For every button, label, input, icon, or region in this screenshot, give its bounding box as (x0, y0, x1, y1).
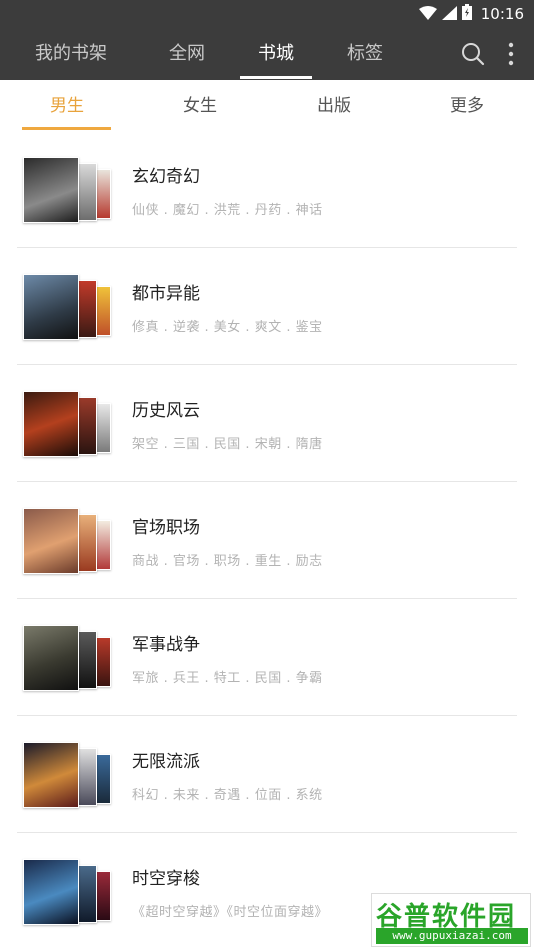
book-cover (23, 157, 79, 223)
category-tags: 修真 . 逆袭 . 美女 . 爽文 . 鉴宝 (132, 320, 323, 335)
subtab-female[interactable]: 女生 (145, 80, 255, 132)
cover-stack (23, 625, 113, 691)
tab-web[interactable]: 全网 (156, 28, 218, 80)
book-cover (23, 859, 79, 925)
category-title: 玄幻奇幻 (132, 167, 200, 187)
list-item[interactable]: 历史风云 架空 . 三国 . 民国 . 宋朝 . 隋唐 (0, 365, 534, 482)
subtab-published[interactable]: 出版 (279, 80, 389, 132)
subtab-more[interactable]: 更多 (412, 80, 522, 132)
book-cover (23, 391, 79, 457)
active-tab-indicator (240, 76, 312, 79)
category-tags: 《超时空穿越》《时空位面穿越》 (132, 905, 329, 920)
subtab-male[interactable]: 男生 (12, 80, 122, 132)
category-tags: 仙侠 . 魔幻 . 洪荒 . 丹药 . 神话 (132, 203, 323, 218)
category-tags: 军旅 . 兵王 . 特工 . 民国 . 争霸 (132, 671, 323, 686)
category-title: 军事战争 (132, 635, 200, 655)
cover-stack (23, 157, 113, 223)
watermark-logo: 谷普软件园 www.gupuxiazai.com (371, 893, 531, 947)
category-tags: 科幻 . 未来 . 奇遇 . 位面 . 系统 (132, 788, 323, 803)
book-cover (23, 508, 79, 574)
book-cover (23, 742, 79, 808)
active-subtab-indicator (22, 127, 111, 130)
list-item[interactable]: 官场职场 商战 . 官场 . 职场 . 重生 . 励志 (0, 482, 534, 599)
list-item[interactable]: 军事战争 军旅 . 兵王 . 特工 . 民国 . 争霸 (0, 599, 534, 716)
list-item[interactable]: 都市异能 修真 . 逆袭 . 美女 . 爽文 . 鉴宝 (0, 248, 534, 365)
search-icon[interactable] (459, 40, 487, 68)
battery-icon (461, 4, 472, 24)
book-cover (23, 625, 79, 691)
tab-bookstore[interactable]: 书城 (240, 28, 312, 80)
category-title: 历史风云 (132, 401, 200, 421)
watermark-url: www.gupuxiazai.com (376, 928, 528, 944)
tab-bookshelf[interactable]: 我的书架 (22, 28, 120, 80)
list-item[interactable]: 玄幻奇幻 仙侠 . 魔幻 . 洪荒 . 丹药 . 神话 (0, 131, 534, 248)
top-nav-bar: 我的书架 全网 书城 标签 (0, 28, 534, 80)
book-cover (23, 274, 79, 340)
category-tags: 商战 . 官场 . 职场 . 重生 . 励志 (132, 554, 323, 569)
cover-stack (23, 742, 113, 808)
cover-stack (23, 508, 113, 574)
category-tags: 架空 . 三国 . 民国 . 宋朝 . 隋唐 (132, 437, 323, 452)
list-item[interactable]: 无限流派 科幻 . 未来 . 奇遇 . 位面 . 系统 (0, 716, 534, 833)
status-icons: 10:16 (418, 3, 524, 25)
cover-stack (23, 859, 113, 925)
category-title: 无限流派 (132, 752, 200, 772)
category-list: 玄幻奇幻 仙侠 . 魔幻 . 洪荒 . 丹药 . 神话 都市异能 修真 . 逆袭… (0, 131, 534, 950)
category-title: 官场职场 (132, 518, 200, 538)
category-subtabs: 男生 女生 出版 更多 (0, 80, 534, 132)
signal-icon (441, 5, 457, 24)
cover-stack (23, 391, 113, 457)
tab-tags[interactable]: 标签 (334, 28, 396, 80)
status-bar: 10:16 (0, 0, 534, 28)
category-title: 时空穿梭 (132, 869, 200, 889)
cover-stack (23, 274, 113, 340)
category-title: 都市异能 (132, 284, 200, 304)
more-menu-icon[interactable] (500, 40, 522, 68)
status-time: 10:16 (480, 5, 524, 23)
wifi-icon (418, 5, 437, 24)
